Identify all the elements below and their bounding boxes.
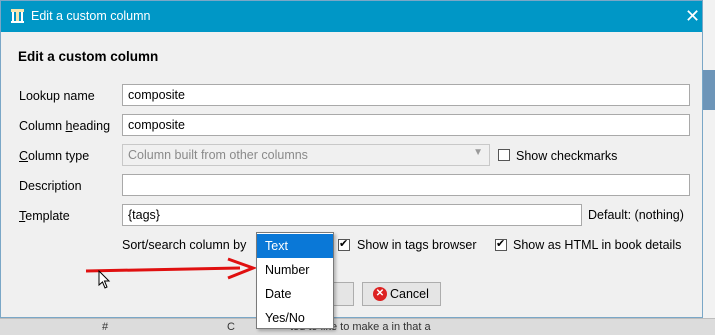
title-bar: Edit a custom column ✕ <box>1 1 702 32</box>
background-selected-row <box>702 70 715 110</box>
column-type-label: Column type <box>19 149 89 163</box>
label-part: eading <box>72 119 111 133</box>
description-input[interactable] <box>122 174 690 196</box>
show-as-html-label: Show as HTML in book details <box>513 238 682 252</box>
label-accelerator: h <box>65 119 73 133</box>
label-accelerator: C <box>19 149 29 163</box>
dropdown-option-text[interactable]: Text <box>257 234 333 258</box>
column-type-select[interactable]: Column built from other columns ▼ <box>122 144 490 166</box>
close-icon[interactable]: ✕ <box>685 6 700 26</box>
dropdown-option-yes-no[interactable]: Yes/No <box>257 306 333 330</box>
column-heading-input[interactable]: composite <box>122 114 690 136</box>
background-window-edge <box>702 0 715 334</box>
cancel-button[interactable]: ✕ Cancel <box>362 282 441 306</box>
window-title: Edit a custom column <box>31 9 151 23</box>
sort-type-dropdown[interactable]: Text Number Date Yes/No <box>256 232 334 329</box>
label-part: Column <box>19 119 66 133</box>
description-label: Description <box>19 179 82 193</box>
dropdown-option-number[interactable]: Number <box>257 258 333 282</box>
calibre-app-icon <box>11 9 24 23</box>
background-cell: # <box>102 321 109 333</box>
background-cell: C <box>227 321 235 333</box>
background-table-row: # C ted to like to make a in that a <box>0 318 715 335</box>
dropdown-option-date[interactable]: Date <box>257 282 333 306</box>
show-checkmarks-label: Show checkmarks <box>516 149 618 163</box>
lookup-name-input[interactable]: composite <box>122 84 690 106</box>
mouse-cursor-icon <box>98 270 111 289</box>
sort-search-label: Sort/search column by <box>122 238 247 252</box>
template-input[interactable]: {tags} <box>122 204 582 226</box>
dialog-heading: Edit a custom column <box>18 49 159 64</box>
show-in-tags-browser-checkbox[interactable] <box>338 237 350 251</box>
cancel-button-label: Cancel <box>390 287 429 301</box>
lookup-name-label: Lookup name <box>19 89 95 103</box>
show-checkmarks-checkbox[interactable] <box>498 149 510 161</box>
show-in-tags-browser-label: Show in tags browser <box>357 238 477 252</box>
cancel-icon: ✕ <box>373 287 387 301</box>
column-heading-label: Column heading <box>19 119 110 133</box>
show-as-html-checkbox[interactable] <box>495 237 507 251</box>
template-label: Template <box>19 209 70 223</box>
column-type-value: Column built from other columns <box>128 148 308 162</box>
label-part: emplate <box>25 209 70 223</box>
chevron-down-icon: ▼ <box>473 147 483 158</box>
template-default-text: Default: (nothing) <box>588 208 684 222</box>
label-part: olumn type <box>28 149 90 163</box>
